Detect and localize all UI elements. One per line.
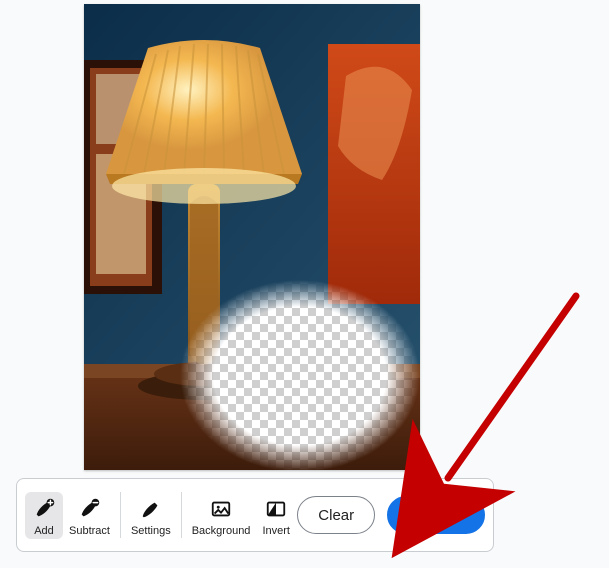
background-tool-label: Background	[192, 526, 251, 537]
invert-tool[interactable]: Invert	[256, 492, 296, 539]
brush-minus-icon	[76, 496, 102, 522]
divider	[181, 492, 182, 538]
toolbar: Add Subtract Settings Background	[16, 478, 494, 552]
canvas-image	[84, 4, 420, 470]
add-tool[interactable]: Add	[25, 492, 63, 539]
add-tool-label: Add	[34, 526, 54, 537]
background-tool[interactable]: Background	[186, 492, 257, 539]
subtract-tool-label: Subtract	[69, 526, 110, 537]
subtract-tool[interactable]: Subtract	[63, 492, 116, 539]
settings-tool[interactable]: Settings	[125, 492, 177, 539]
remove-button-label: Remove	[408, 507, 464, 524]
brush-plus-icon	[31, 496, 57, 522]
remove-button[interactable]: Remove	[387, 496, 485, 534]
divider	[120, 492, 121, 538]
clear-button-label: Clear	[318, 507, 354, 524]
invert-tool-label: Invert	[262, 526, 290, 537]
editor-stage: Add Subtract Settings Background	[0, 0, 609, 568]
image-icon	[208, 496, 234, 522]
brush-icon	[138, 496, 164, 522]
image-canvas[interactable]	[84, 4, 420, 470]
invert-icon	[263, 496, 289, 522]
clear-button[interactable]: Clear	[297, 496, 375, 534]
settings-tool-label: Settings	[131, 526, 171, 537]
